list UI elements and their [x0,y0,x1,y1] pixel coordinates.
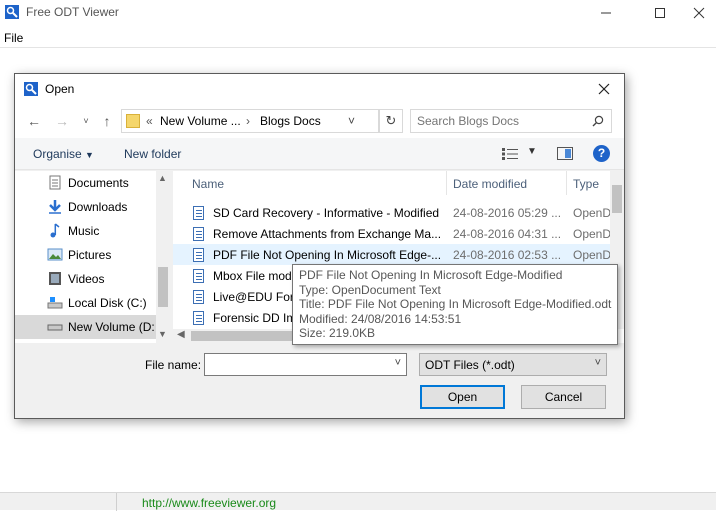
nav-item-documents[interactable]: Documents [15,171,156,195]
file-name-area: File name: ˅ ODT Files (*.odt) ˅ Open Ca… [15,344,624,418]
search-input[interactable] [417,113,587,129]
navigation-bar: ← → ˅ ↑ « New Volume ... › Blogs Docs ˅ … [15,104,624,138]
file-name-label: File name: [145,358,202,372]
nav-item-music[interactable]: Music [15,219,156,243]
close-button[interactable] [676,0,716,26]
scroll-thumb[interactable] [158,267,168,307]
column-header-name[interactable]: Name [186,171,447,195]
file-row[interactable]: SD Card Recovery - Informative - Modifie… [173,202,611,223]
navigation-pane: Documents Downloads Music Pictures Video… [15,171,170,343]
nav-item-videos[interactable]: Videos [15,267,156,291]
breadcrumb-blogs-docs[interactable]: Blogs Docs [260,114,321,128]
breadcrumb-overflow[interactable]: « [146,114,153,128]
search-icon[interactable] [592,115,604,127]
address-dropdown-icon[interactable]: ˅ [348,114,355,128]
nav-item-pictures[interactable]: Pictures [15,243,156,267]
nav-item-new-volume[interactable]: New Volume (D: [15,315,156,339]
file-info-tooltip: PDF File Not Opening In Microsoft Edge-M… [292,264,618,345]
status-separator [116,493,117,511]
nav-item-local-disk[interactable]: Local Disk (C:) [15,291,156,315]
app-titlebar: Free ODT Viewer [0,0,716,26]
recent-locations-chevron-icon[interactable]: ˅ [77,113,95,129]
up-arrow-icon[interactable]: ↑ [98,113,116,129]
downloads-icon [49,200,61,214]
odt-file-icon [193,248,204,262]
view-dropdown-icon[interactable]: ▼ [527,146,537,157]
column-header-date[interactable]: Date modified [447,171,567,195]
documents-icon [49,175,61,190]
open-dialog: Open ← → ˅ ↑ « New Volume ... › Blogs Do… [14,73,625,419]
scroll-left-icon[interactable]: ◀ [177,329,185,340]
videos-icon [49,272,61,285]
app-search-icon [5,5,19,19]
website-link[interactable]: http://www.freeviewer.org [142,496,276,510]
preview-pane-icon[interactable] [557,147,573,160]
odt-file-icon [193,311,204,325]
scroll-down-icon[interactable]: ▼ [158,329,167,339]
cancel-button[interactable]: Cancel [521,385,606,409]
search-box[interactable] [410,109,612,133]
scroll-up-icon[interactable]: ▲ [158,173,167,183]
local-disk-icon [47,297,63,309]
nav-pane-scrollbar[interactable]: ▲ ▼ [156,171,170,343]
address-bar[interactable]: « New Volume ... › Blogs Docs ˅ [121,109,379,133]
refresh-icon[interactable]: ↻ [379,109,403,133]
odt-file-icon [193,269,204,283]
chevron-down-icon[interactable]: ˅ [595,357,601,369]
back-arrow-icon[interactable]: ← [25,113,43,129]
minimize-button[interactable] [583,0,629,26]
nav-item-downloads[interactable]: Downloads [15,195,156,219]
dialog-close-button[interactable] [590,78,618,100]
tooltip-size: Size: 219.0KB [299,326,376,340]
chevron-down-icon[interactable]: ˅ [395,357,401,369]
music-icon [50,223,60,238]
breadcrumb-new-volume[interactable]: New Volume ... [160,114,241,128]
new-folder-button[interactable]: New folder [124,147,181,161]
statusbar: http://www.freeviewer.org [0,492,716,511]
breadcrumb-separator[interactable]: › [246,114,250,128]
help-icon[interactable]: ? [593,145,610,162]
tooltip-type: Type: OpenDocument Text [299,282,441,297]
tooltip-modified: Modified: 24/08/2016 14:53:51 [299,311,462,326]
file-row[interactable]: Remove Attachments from Exchange Ma... 2… [173,223,611,244]
menubar: File [0,28,716,48]
open-button[interactable]: Open [420,385,505,409]
odt-file-icon [193,206,204,220]
odt-file-icon [193,227,204,241]
scroll-thumb[interactable] [612,185,622,213]
close-icon [598,83,610,95]
menu-file[interactable]: File [4,31,23,45]
odt-file-icon [193,290,204,304]
dialog-titlebar: Open [15,74,624,104]
pictures-icon [47,248,63,261]
forward-arrow-icon[interactable]: → [53,113,71,129]
organise-button[interactable]: Organise ▼ [33,147,94,161]
view-options-icon[interactable] [502,148,518,160]
dialog-search-icon [24,82,38,96]
drive-icon [47,324,63,331]
dialog-title: Open [45,82,75,96]
tooltip-title: Title: PDF File Not Opening In Microsoft… [299,297,612,311]
tooltip-filename: PDF File Not Opening In Microsoft Edge-M… [299,268,563,282]
file-name-input[interactable]: ˅ [204,353,407,376]
app-title: Free ODT Viewer [26,5,119,19]
file-row-hovered[interactable]: PDF File Not Opening In Microsoft Edge-.… [173,244,611,265]
file-type-select[interactable]: ODT Files (*.odt) ˅ [419,353,607,376]
command-bar: Organise ▼ New folder ▼ ? [15,138,624,170]
folder-icon [126,114,140,128]
